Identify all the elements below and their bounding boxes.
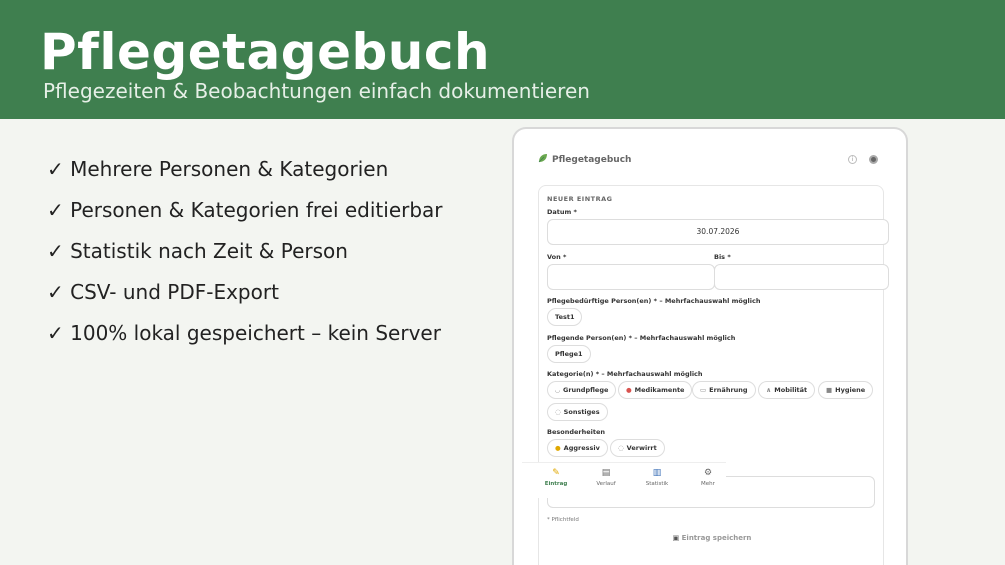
tab-label: Statistik bbox=[645, 481, 669, 487]
chip-label: Aggressiv bbox=[563, 444, 600, 452]
tab-eintrag[interactable]: ✎ Eintrag bbox=[536, 467, 576, 487]
patient-chip[interactable]: Test1 bbox=[547, 308, 583, 326]
to-time-input[interactable] bbox=[714, 264, 889, 290]
hero-banner: Pflegetagebuch Pflegezeiten & Beobachtun… bbox=[0, 0, 1005, 119]
tab-label: Mehr bbox=[701, 481, 715, 487]
feature-item: ✓ 100% lokal gespeichert – kein Server bbox=[47, 321, 441, 345]
thought-bubble-icon: ◌ bbox=[618, 444, 624, 452]
leaf-icon bbox=[538, 154, 547, 163]
plate-icon: ▭ bbox=[700, 386, 707, 394]
category-chip-grundpflege[interactable]: ◡ Grundpflege bbox=[547, 381, 617, 399]
special-label: Besonderheiten bbox=[547, 428, 605, 436]
date-label: Datum * bbox=[547, 208, 577, 216]
special-chip-aggressiv[interactable]: ● Aggressiv bbox=[547, 439, 608, 457]
tab-label: Verlauf bbox=[596, 481, 616, 487]
floppy-disk-icon: ▣ bbox=[672, 534, 682, 542]
app-screen: Pflegetagebuch i NEUER EINTRAG Datum * 3… bbox=[522, 137, 898, 565]
chart-icon: ▥ bbox=[652, 468, 662, 478]
category-chip-mobilitaet[interactable]: ∧ Mobilität bbox=[758, 381, 816, 399]
tab-statistik[interactable]: ▥ Statistik bbox=[637, 467, 677, 487]
card-title: NEUER EINTRAG bbox=[547, 195, 613, 203]
to-label: Bis * bbox=[714, 253, 731, 261]
chip-label: Medikamente bbox=[634, 386, 685, 394]
app-header: Pflegetagebuch i bbox=[522, 137, 898, 177]
carer-chip[interactable]: Pflege1 bbox=[547, 345, 591, 363]
special-chip-verwirrt[interactable]: ◌ Verwirrt bbox=[610, 439, 665, 457]
from-time-input[interactable] bbox=[547, 264, 715, 290]
chip-label: Verwirrt bbox=[626, 444, 657, 452]
category-chip-sonstiges[interactable]: ◌ Sonstiges bbox=[547, 403, 608, 421]
tablet-frame: Pflegetagebuch i NEUER EINTRAG Datum * 3… bbox=[512, 127, 908, 565]
feature-item: ✓ Statistik nach Zeit & Person bbox=[47, 239, 348, 263]
basin-icon: ◡ bbox=[555, 386, 560, 394]
save-entry-button[interactable]: ▣ Eintrag speichern bbox=[539, 534, 885, 542]
tab-verlauf[interactable]: ▤ Verlauf bbox=[586, 467, 626, 487]
save-label: Eintrag speichern bbox=[681, 534, 752, 542]
feature-item: ✓ Personen & Kategorien frei editierbar bbox=[47, 198, 443, 222]
chip-label: Hygiene bbox=[835, 386, 866, 394]
category-chip-ernaehrung[interactable]: ▭ Ernährung bbox=[692, 381, 756, 399]
pencil-icon: ✎ bbox=[552, 468, 560, 478]
chip-label: Grundpflege bbox=[563, 386, 609, 394]
banner-subtitle: Pflegezeiten & Beobachtungen einfach dok… bbox=[43, 79, 590, 103]
chip-label: Sonstiges bbox=[563, 408, 600, 416]
banner-title: Pflegetagebuch bbox=[40, 23, 491, 81]
category-chip-hygiene[interactable]: ■ Hygiene bbox=[818, 381, 874, 399]
tab-label: Eintrag bbox=[544, 481, 568, 487]
chip-label: Ernährung bbox=[709, 386, 748, 394]
tab-mehr[interactable]: ⚙ Mehr bbox=[688, 467, 728, 487]
new-entry-card: NEUER EINTRAG Datum * 30.07.2026 Von * B… bbox=[538, 185, 889, 565]
required-note: * Pflichtfeld bbox=[547, 517, 579, 523]
chip-label: Mobilität bbox=[774, 386, 808, 394]
feature-list: ✓ Mehrere Personen & Kategorien ✓ Person… bbox=[47, 152, 443, 357]
gear-icon[interactable] bbox=[869, 155, 878, 164]
soap-icon: ■ bbox=[826, 386, 833, 394]
gear-icon: ⚙ bbox=[703, 468, 713, 478]
speech-bubble-icon: ◌ bbox=[555, 408, 561, 416]
patients-label: Pflegebedürftige Person(en) * – Mehrfach… bbox=[547, 297, 761, 305]
from-label: Von * bbox=[547, 253, 567, 261]
feature-item: ✓ Mehrere Personen & Kategorien bbox=[47, 157, 389, 181]
pill-icon: ● bbox=[626, 386, 632, 394]
bottom-tab-bar: ✎ Eintrag ▤ Verlauf ▥ Statistik ⚙ Mehr bbox=[522, 462, 726, 498]
carers-label: Pflegende Person(en) * – Mehrfachauswahl… bbox=[547, 334, 736, 342]
date-input[interactable]: 30.07.2026 bbox=[547, 219, 889, 245]
category-chip-medikamente[interactable]: ● Medikamente bbox=[618, 381, 693, 399]
list-icon: ▤ bbox=[601, 468, 611, 478]
app-title: Pflegetagebuch bbox=[552, 155, 632, 165]
categories-label: Kategorie(n) * – Mehrfachauswahl möglich bbox=[547, 370, 703, 378]
feature-item: ✓ CSV- und PDF-Export bbox=[47, 280, 279, 304]
info-icon[interactable]: i bbox=[848, 155, 857, 164]
walker-icon: ∧ bbox=[766, 386, 772, 394]
angry-face-icon: ● bbox=[555, 444, 561, 452]
